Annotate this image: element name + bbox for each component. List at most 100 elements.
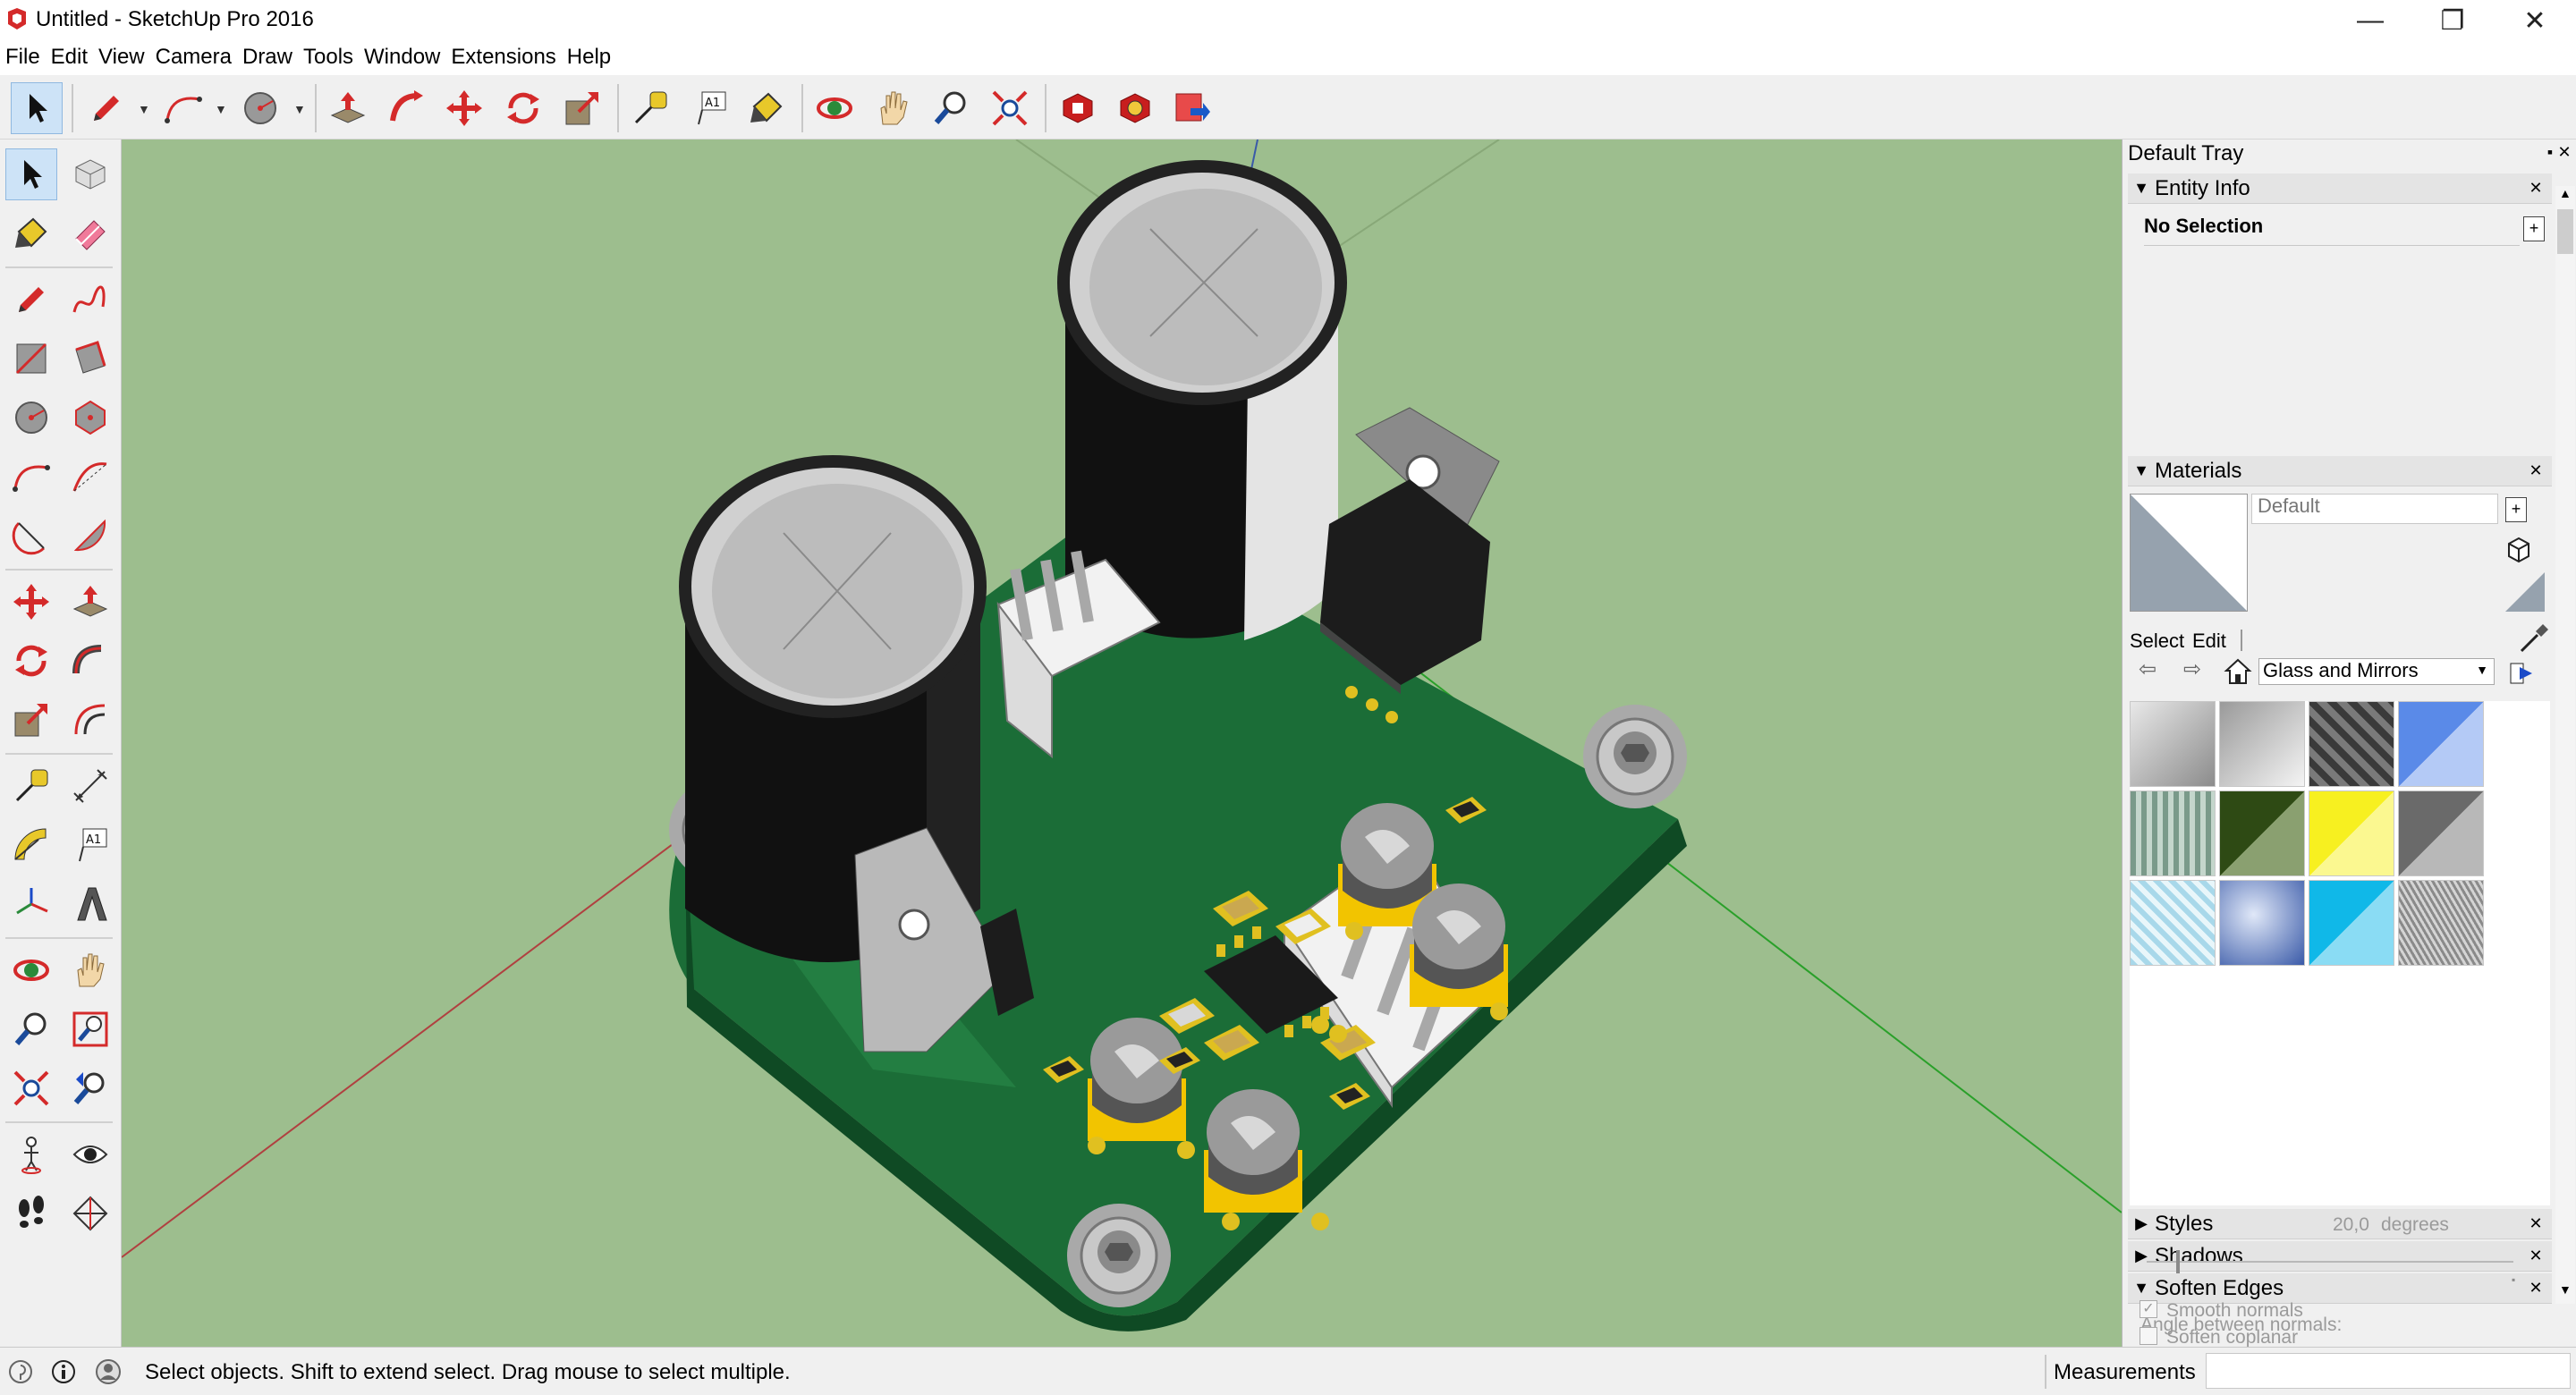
pencil-tool-button[interactable] — [80, 82, 132, 134]
shadows-header[interactable]: ▶ Shadows ✕ — [2128, 1241, 2552, 1272]
scrollbar-thumb[interactable] — [2557, 209, 2573, 254]
menu-edit[interactable]: Edit — [46, 43, 93, 73]
soften-coplanar-checkbox[interactable] — [2140, 1327, 2157, 1345]
entity-info-expand-icon[interactable]: + — [2523, 216, 2545, 241]
swatch-6[interactable] — [2309, 790, 2394, 876]
soften-edges-close-icon[interactable]: ✕ — [2525, 1277, 2546, 1298]
3d-warehouse-button[interactable] — [1052, 82, 1104, 134]
make-component-button[interactable] — [64, 148, 116, 200]
three-point-arc-button[interactable] — [5, 510, 57, 562]
sample-paint-icon[interactable] — [2518, 622, 2550, 655]
swatch-2[interactable] — [2309, 701, 2394, 787]
shadows-close-icon[interactable]: ✕ — [2525, 1245, 2546, 1266]
modeling-viewport[interactable] — [122, 140, 2122, 1347]
home-icon[interactable] — [2223, 656, 2253, 687]
line-button[interactable] — [5, 274, 57, 326]
arc-tool-button[interactable] — [157, 82, 209, 134]
left-zoom-button[interactable] — [5, 1003, 57, 1055]
rotate-tool-button[interactable] — [497, 82, 549, 134]
swatch-4[interactable] — [2130, 790, 2216, 876]
swatch-7[interactable] — [2398, 790, 2484, 876]
materials-tab-edit[interactable]: Edit — [2192, 630, 2226, 653]
create-material-icon[interactable]: + — [2505, 497, 2527, 522]
position-camera-button[interactable] — [5, 1129, 57, 1180]
3d-text-button[interactable] — [64, 878, 116, 930]
menu-file[interactable]: File — [0, 43, 46, 73]
details-arrow-icon[interactable] — [2509, 660, 2536, 687]
pie-button[interactable] — [64, 510, 116, 562]
back-arrow-icon[interactable]: ⇦ — [2139, 656, 2157, 682]
tray-close-icon[interactable]: ✕ — [2555, 143, 2573, 165]
dimension-button[interactable] — [64, 760, 116, 812]
entity-info-close-icon[interactable]: ✕ — [2525, 177, 2546, 199]
select-tool-button[interactable] — [11, 82, 63, 134]
left-tape-measure-button[interactable] — [5, 760, 57, 812]
materials-tab-select[interactable]: Select — [2130, 630, 2184, 653]
pencil-dropdown-arrow-icon[interactable]: ▼ — [138, 102, 150, 116]
left-rotate-button[interactable] — [5, 635, 57, 687]
polygon-button[interactable] — [64, 392, 116, 444]
zoom-tool-button[interactable] — [925, 82, 977, 134]
share-model-button[interactable] — [1166, 82, 1218, 134]
previous-view-button[interactable] — [64, 1062, 116, 1114]
angle-slider-thumb[interactable] — [2175, 1250, 2180, 1273]
geo-location-icon[interactable] — [7, 1358, 34, 1385]
left-orbit-button[interactable] — [5, 944, 57, 996]
rectangle-button[interactable] — [5, 333, 57, 385]
menu-tools[interactable]: Tools — [298, 43, 359, 73]
left-select-button[interactable] — [5, 148, 57, 200]
extension-warehouse-button[interactable] — [1109, 82, 1161, 134]
forward-arrow-icon[interactable]: ⇨ — [2183, 656, 2201, 682]
left-circle-button[interactable] — [5, 392, 57, 444]
eraser-button[interactable] — [64, 207, 116, 259]
angle-slider[interactable] — [2147, 1250, 2513, 1273]
close-window-button[interactable]: ✕ — [2494, 0, 2576, 41]
scroll-down-arrow-icon[interactable]: ▼ — [2559, 1282, 2572, 1297]
user-account-icon[interactable] — [95, 1358, 122, 1385]
left-zoom-extents-button[interactable] — [5, 1062, 57, 1114]
arc-dropdown-arrow-icon[interactable]: ▼ — [215, 102, 227, 116]
left-scale-button[interactable] — [5, 694, 57, 746]
swatch-3[interactable] — [2398, 701, 2484, 787]
swatch-1[interactable] — [2219, 701, 2305, 787]
orbit-tool-button[interactable] — [809, 82, 860, 134]
left-push-pull-button[interactable] — [64, 576, 116, 628]
materials-close-icon[interactable]: ✕ — [2525, 460, 2546, 481]
material-cube-icon[interactable] — [2505, 537, 2532, 563]
walk-button[interactable] — [5, 1188, 57, 1239]
pan-tool-button[interactable] — [868, 82, 919, 134]
push-pull-tool-button[interactable] — [322, 82, 374, 134]
follow-me-tool-button[interactable] — [381, 82, 433, 134]
zoom-window-button[interactable] — [64, 1003, 116, 1055]
rotated-rectangle-button[interactable] — [64, 333, 116, 385]
menu-camera[interactable]: Camera — [150, 43, 237, 73]
offset-button[interactable] — [64, 694, 116, 746]
two-point-arc-button[interactable] — [64, 451, 116, 503]
freehand-button[interactable] — [64, 274, 116, 326]
restore-button[interactable]: ❐ — [2411, 0, 2494, 41]
info-icon[interactable] — [50, 1358, 77, 1385]
default-material-icon[interactable] — [2505, 572, 2545, 612]
scroll-up-arrow-icon[interactable]: ▲ — [2559, 186, 2572, 200]
left-paint-bucket-button[interactable] — [5, 207, 57, 259]
styles-close-icon[interactable]: ✕ — [2525, 1213, 2546, 1234]
zoom-extents-tool-button[interactable] — [984, 82, 1036, 134]
menu-draw[interactable]: Draw — [237, 43, 298, 73]
soften-edges-header[interactable]: ▼ Soften Edges ✕ — [2128, 1273, 2552, 1304]
scale-tool-button[interactable] — [556, 82, 608, 134]
menu-extensions[interactable]: Extensions — [445, 43, 561, 73]
left-follow-me-button[interactable] — [64, 635, 116, 687]
swatch-9[interactable] — [2219, 880, 2305, 966]
section-plane-button[interactable] — [64, 1188, 116, 1239]
look-around-button[interactable] — [64, 1129, 116, 1180]
text-tool-button[interactable]: A1 — [683, 82, 735, 134]
tray-scrollbar[interactable]: ▲ ▼ — [2555, 186, 2575, 1304]
left-text-button[interactable]: A1 — [64, 819, 116, 871]
circle-dropdown-arrow-icon[interactable]: ▼ — [293, 102, 306, 116]
tape-measure-tool-button[interactable] — [624, 82, 676, 134]
menu-help[interactable]: Help — [562, 43, 616, 73]
swatch-5[interactable] — [2219, 790, 2305, 876]
swatch-8[interactable] — [2130, 880, 2216, 966]
circle-tool-button[interactable] — [234, 82, 286, 134]
paint-bucket-tool-button[interactable] — [741, 82, 792, 134]
